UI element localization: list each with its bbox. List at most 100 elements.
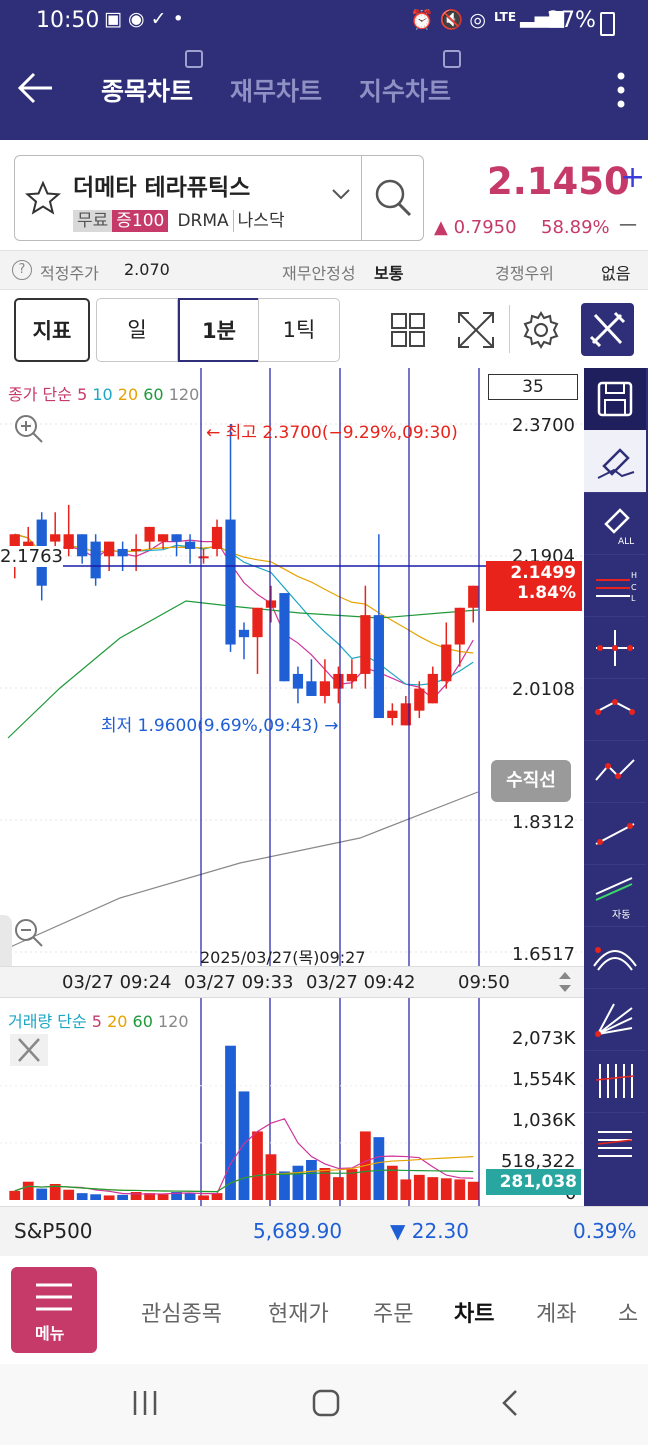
tab-badge-icon [443,50,461,68]
trendline-icon [595,823,635,845]
nav-account[interactable]: 계좌 [536,1296,576,1328]
chevron-down-icon[interactable] [331,186,351,205]
volume-bar [184,1193,196,1200]
tag-free: 무료 [73,210,113,232]
arc-tool[interactable] [584,926,646,989]
candle-body [414,688,425,711]
volume-bar [90,1194,102,1200]
crosshair-tool[interactable] [584,616,646,679]
legend-ma-20: 20 [117,385,139,404]
nav-current-price[interactable]: 현재가 [268,1296,329,1328]
index-change: ▼ 22.30 [390,1219,469,1243]
favorite-star-icon[interactable] [25,180,61,220]
current-price-tag: 2.1499 1.84% [486,561,582,611]
candle-body [265,600,277,608]
fan-tool[interactable] [584,988,646,1051]
zoom-in-icon[interactable] [12,412,46,450]
hcl-line-tool[interactable]: HCL [584,554,646,617]
candle-body [117,548,128,557]
erase-all-tool[interactable]: ALL [584,492,646,555]
candle-body [333,673,344,689]
candle-body [90,541,101,579]
auto-trend-icon: 자동 [595,877,633,921]
volume-bar [130,1192,142,1200]
period-day-button[interactable]: 일 [96,298,178,362]
tag-exchange: 나스닥 [232,210,289,232]
current-price: 2.1450 [487,160,630,203]
tab-stock-chart[interactable]: 종목차트 [101,72,193,108]
back-arrow-icon[interactable] [16,68,56,108]
vol-y-label-2: 1,036K [512,1110,576,1131]
peak-tool[interactable] [584,678,646,741]
x-label-2: 03/27 09:42 [306,972,416,993]
tab-financial-chart[interactable]: 재무차트 [230,72,322,108]
search-button[interactable] [361,156,424,240]
auto-trend-tool[interactable]: 자동 [584,864,646,927]
eraser-icon [597,448,635,479]
x-label-0: 03/27 09:24 [62,972,172,993]
ma-120-line [7,791,479,949]
battery-icon [600,12,615,36]
index-bar[interactable]: S&P500 5,689.90 ▼ 22.30 0.39% [0,1206,648,1257]
layout-grid-icon[interactable] [390,312,426,352]
info-row: ? 적정주가 2.070 재무안정성 보통 경쟁우위 없음 [0,250,648,290]
tab-index-chart[interactable]: 지수차트 [359,72,451,108]
nav-more[interactable]: 소 [618,1296,638,1328]
candle-count-box[interactable]: 35 [488,374,578,400]
trendline-tool[interactable] [584,802,646,865]
vertical-line-button[interactable]: 수직선 [491,760,571,802]
stock-selector[interactable]: 더메타 테라퓨틱스 무료 증100 DRMA 나스닥 [14,155,424,241]
zoom-out-icon[interactable] [12,916,46,954]
date-overlay-label: 2025/03/27(목)09:27 [200,948,366,966]
eraser-tool[interactable] [584,430,646,493]
tag-ticker: DRMA [177,211,229,231]
competition-value: 없음 [601,264,631,283]
x-label-1: 03/27 09:33 [184,972,294,993]
volume-bar [413,1174,425,1200]
period-1min-button[interactable]: 1분 [178,298,260,362]
axis-scroll-icon[interactable] [556,970,574,998]
stock-name: 더메타 테라퓨틱스 [73,175,251,201]
period-tick-button[interactable]: 1틱 [258,298,340,362]
volume-bar [225,1045,236,1200]
candle-body [346,673,358,682]
help-icon[interactable]: ? [12,260,32,280]
arc-icon [593,947,637,971]
right-tool-panel: ALL HCL 자동 [584,368,648,1206]
fair-price-value: 2.070 [124,260,170,279]
volume-bar [333,1177,344,1200]
vertical-lines-tool[interactable] [584,1050,646,1113]
volume-ma-120: 120 [157,1012,189,1031]
volume-legend-label: 거래량 단순 [8,1012,87,1031]
volume-bar [306,1160,317,1200]
y-label-0: 2.3700 [512,415,575,436]
nav-chart[interactable]: 차트 [454,1296,494,1328]
volume-ma-60: 60 [132,1012,153,1031]
current-price-tag-value: 2.1499 [510,563,576,583]
save-tool[interactable] [584,368,646,431]
nav-watchlist[interactable]: 관심종목 [141,1296,222,1328]
tag-margin: 증100 [112,210,169,232]
close-volume-icon[interactable] [10,1034,48,1066]
low-annotation: 최저 1.9600(9.69%,09:43) → [101,716,339,736]
menu-button[interactable]: 메뉴 [11,1267,97,1353]
settings-gear-icon[interactable] [521,310,561,354]
horizontal-lines-tool[interactable] [584,1112,646,1174]
search-icon [375,179,412,217]
price-legend: 종가 단순 5 10 20 60 120 [8,381,199,405]
index-pct: 0.39% [573,1219,637,1243]
candle-body [157,534,169,542]
volume-bar [400,1179,412,1200]
volume-ma-20: 20 [107,1012,128,1031]
drawing-tools-button[interactable] [581,303,634,356]
volume-bar [454,1179,466,1200]
indicator-button[interactable]: 지표 [14,298,90,362]
fullscreen-icon[interactable] [456,310,496,354]
candle-body [50,534,61,542]
zigzag-tool[interactable] [584,740,646,803]
svg-text:자동: 자동 [612,909,630,921]
nav-order[interactable]: 주문 [373,1296,413,1328]
candle-body [319,681,331,696]
more-menu-icon[interactable] [612,70,630,110]
financial-value: 보통 [374,264,404,283]
